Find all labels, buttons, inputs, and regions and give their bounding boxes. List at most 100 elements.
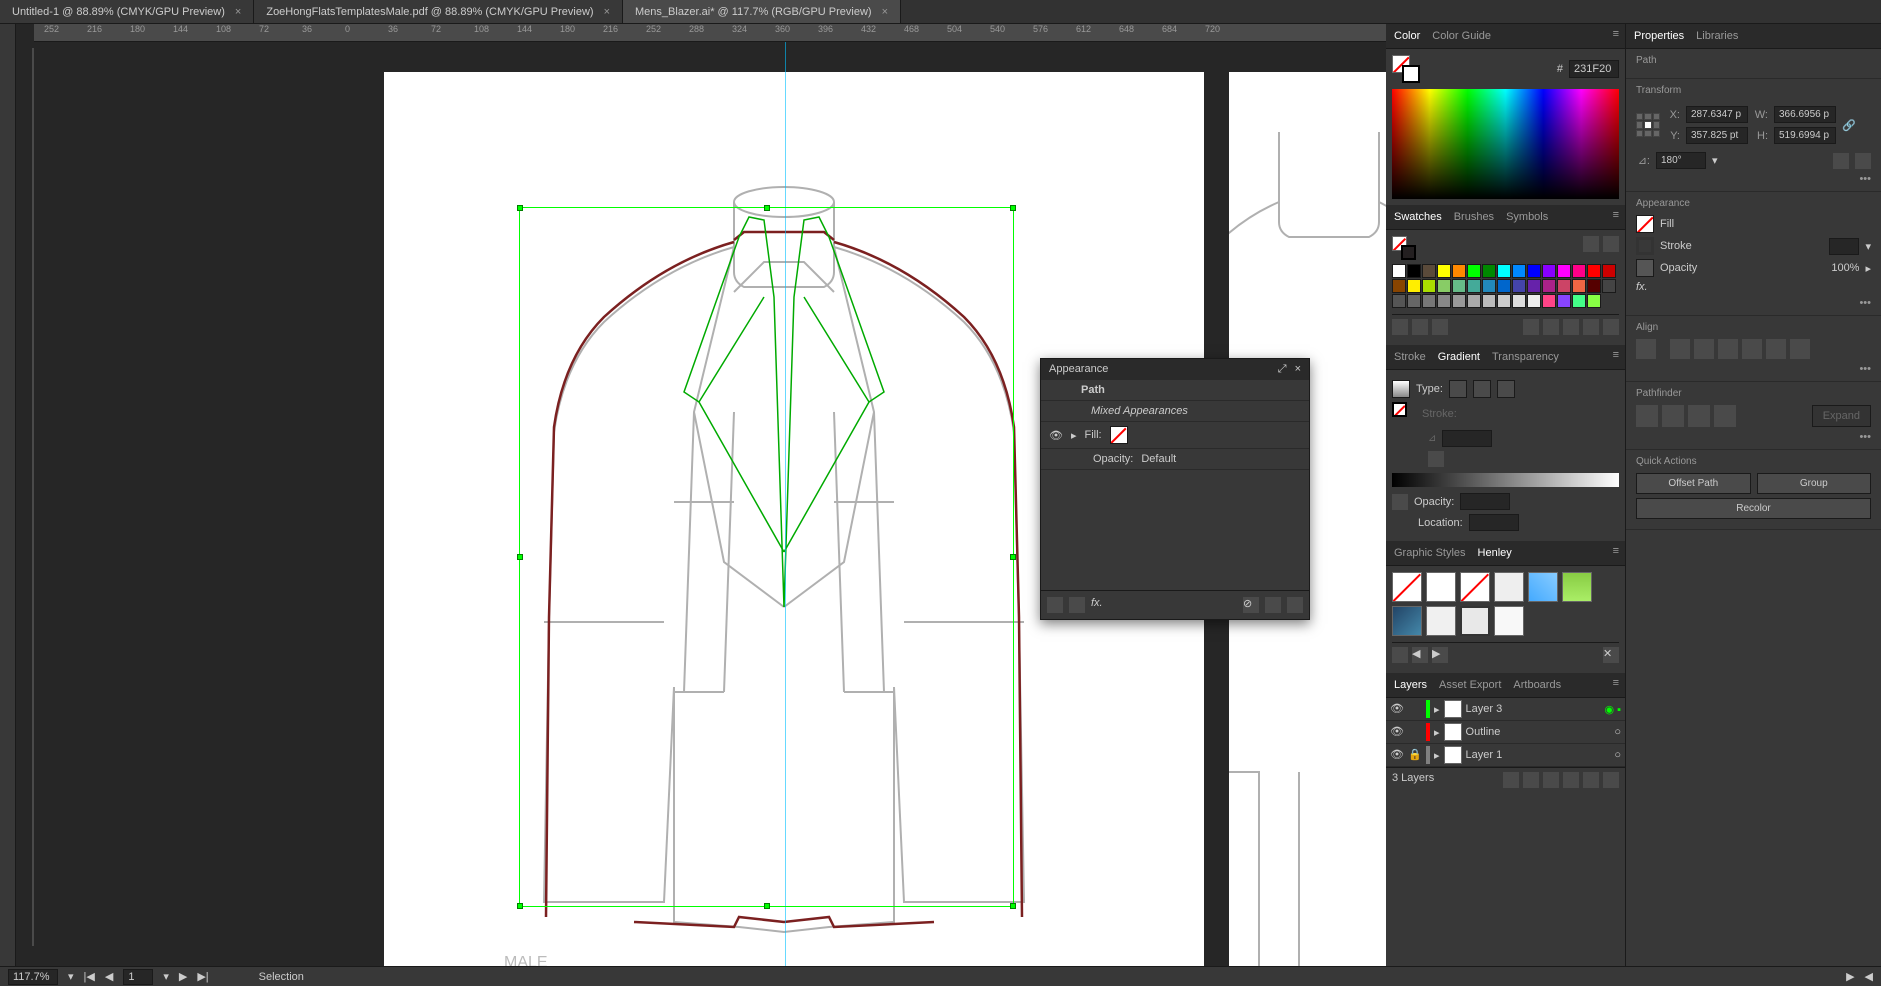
tab-asset-export[interactable]: Asset Export — [1439, 677, 1501, 693]
swatch[interactable] — [1497, 294, 1511, 308]
first-icon[interactable]: |◀ — [84, 970, 95, 983]
swatch[interactable] — [1557, 279, 1571, 293]
fill-swatch[interactable] — [1636, 215, 1654, 233]
lock-icon[interactable]: 🔒 — [1408, 748, 1422, 762]
radial-gradient-icon[interactable] — [1473, 380, 1491, 398]
reference-point[interactable] — [1636, 113, 1660, 137]
swatch[interactable] — [1542, 279, 1556, 293]
x-input[interactable] — [1686, 106, 1748, 123]
swatch[interactable] — [1482, 294, 1496, 308]
gradient-preview[interactable] — [1392, 380, 1410, 398]
tab-henley[interactable]: Henley — [1478, 545, 1512, 561]
panel-menu-icon[interactable]: ≡ — [1613, 28, 1619, 40]
tab-untitled[interactable]: Untitled-1 @ 88.89% (CMYK/GPU Preview)× — [0, 0, 254, 23]
lock-icon[interactable] — [1408, 725, 1422, 739]
swatch[interactable] — [1437, 294, 1451, 308]
style-swatch[interactable] — [1528, 572, 1558, 602]
tab-gradient[interactable]: Gradient — [1438, 349, 1480, 365]
panel-menu-icon[interactable]: ≡ — [1613, 545, 1619, 557]
swatch[interactable] — [1587, 294, 1601, 308]
stroke-weight[interactable] — [1829, 238, 1859, 255]
new-layer-icon[interactable] — [1583, 772, 1599, 788]
visibility-icon[interactable]: 👁 — [1390, 725, 1404, 739]
swatch[interactable] — [1437, 279, 1451, 293]
tab-color[interactable]: Color — [1394, 28, 1420, 44]
linear-gradient-icon[interactable] — [1449, 380, 1467, 398]
duplicate-icon[interactable] — [1265, 597, 1281, 613]
opacity-slider[interactable]: ▸ — [1865, 262, 1871, 275]
swatch[interactable] — [1512, 294, 1526, 308]
tab-artboards[interactable]: Artboards — [1513, 677, 1561, 693]
swatch[interactable] — [1437, 264, 1451, 278]
tab-template[interactable]: ZoeHongFlatsTemplatesMale.pdf @ 88.89% (… — [254, 0, 623, 23]
link-icon[interactable]: 🔗 — [1842, 119, 1856, 132]
close-icon[interactable]: × — [882, 6, 888, 18]
swatch[interactable] — [1407, 279, 1421, 293]
layer-row[interactable]: 👁 ▸ Outline ○ — [1386, 721, 1625, 744]
resize-handle[interactable] — [764, 903, 770, 909]
swatch[interactable] — [1602, 279, 1616, 293]
swatch[interactable] — [1467, 294, 1481, 308]
appearance-panel[interactable]: Appearance ⤢× Path Mixed Appearances 👁 ▸… — [1040, 358, 1310, 620]
last-icon[interactable]: ▶| — [197, 970, 208, 983]
new-sublayer-icon[interactable] — [1563, 772, 1579, 788]
stroke-dropdown[interactable]: ▾ — [1865, 240, 1871, 253]
tab-symbols[interactable]: Symbols — [1506, 209, 1548, 225]
style-swatch[interactable] — [1426, 606, 1456, 636]
layer-name[interactable]: Outline — [1466, 726, 1501, 738]
align-left-icon[interactable] — [1670, 339, 1690, 359]
expand-icon[interactable]: ▸ — [1434, 703, 1440, 716]
swatch[interactable] — [1557, 294, 1571, 308]
hex-input[interactable] — [1569, 60, 1619, 78]
more-options-icon[interactable]: ••• — [1636, 173, 1871, 185]
style-swatch[interactable] — [1392, 572, 1422, 602]
stroke-swatch[interactable] — [1402, 65, 1420, 83]
swatch[interactable] — [1572, 294, 1586, 308]
layer-name[interactable]: Layer 1 — [1466, 749, 1503, 761]
swatch-fill-stroke[interactable] — [1392, 236, 1416, 260]
resize-handle[interactable] — [1010, 554, 1016, 560]
tab-brushes[interactable]: Brushes — [1454, 209, 1494, 225]
new-group-icon[interactable] — [1523, 319, 1539, 335]
visibility-icon[interactable]: 👁 — [1390, 702, 1404, 716]
align-right-icon[interactable] — [1718, 339, 1738, 359]
opacity-default[interactable]: Default — [1141, 453, 1176, 465]
tab-transparency[interactable]: Transparency — [1492, 349, 1559, 365]
tab-stroke[interactable]: Stroke — [1394, 349, 1426, 365]
fill-stroke-indicator[interactable] — [1392, 55, 1420, 83]
tab-blazer[interactable]: Mens_Blazer.ai* @ 117.7% (RGB/GPU Previe… — [623, 0, 901, 23]
intersect-icon[interactable] — [1688, 405, 1710, 427]
angle-input[interactable] — [1656, 152, 1706, 169]
tab-layers[interactable]: Layers — [1394, 677, 1427, 693]
scroll-left-icon[interactable]: ▶ — [1846, 970, 1854, 983]
tab-swatches[interactable]: Swatches — [1394, 209, 1442, 225]
resize-handle[interactable] — [1010, 205, 1016, 211]
minus-front-icon[interactable] — [1662, 405, 1684, 427]
swatch[interactable] — [1467, 279, 1481, 293]
swatch[interactable] — [1467, 264, 1481, 278]
trash-icon[interactable] — [1287, 597, 1303, 613]
swatch[interactable] — [1452, 279, 1466, 293]
swatch-options-icon[interactable] — [1432, 319, 1448, 335]
nav-dropdown[interactable]: ▾ — [163, 970, 169, 983]
prev-icon[interactable]: ◀ — [105, 970, 113, 983]
swatch[interactable] — [1482, 264, 1496, 278]
close-icon[interactable]: × — [235, 6, 241, 18]
fx-icon[interactable]: fx. — [1091, 597, 1103, 613]
collapse-icon[interactable]: ⤢ — [1278, 363, 1287, 375]
list-view-icon[interactable] — [1583, 236, 1599, 252]
swatch[interactable] — [1542, 264, 1556, 278]
offset-path-button[interactable]: Offset Path — [1636, 473, 1751, 494]
dropdown-icon[interactable]: ▾ — [1712, 154, 1718, 167]
style-swatch[interactable] — [1460, 572, 1490, 602]
swatch[interactable] — [1512, 264, 1526, 278]
next-icon[interactable]: ▶ — [179, 970, 187, 983]
swatch[interactable] — [1392, 294, 1406, 308]
swatch[interactable] — [1452, 264, 1466, 278]
swatch[interactable] — [1527, 294, 1541, 308]
resize-handle[interactable] — [1010, 903, 1016, 909]
swatch[interactable] — [1407, 294, 1421, 308]
lock-icon[interactable] — [1408, 702, 1422, 716]
swatch[interactable] — [1497, 279, 1511, 293]
recolor-button[interactable]: Recolor — [1636, 498, 1871, 519]
